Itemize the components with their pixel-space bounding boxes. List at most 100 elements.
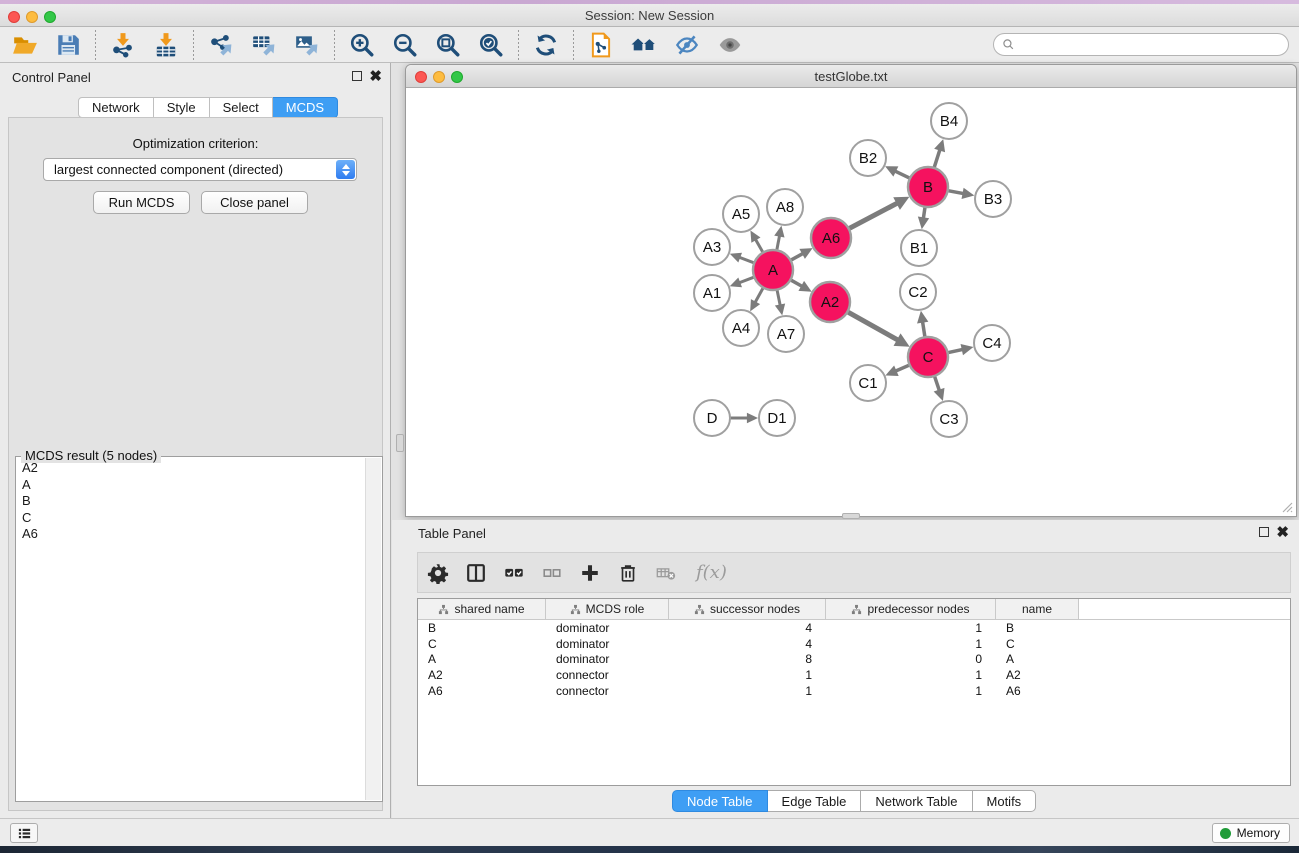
graph-node-label: D [707,410,718,427]
column-header-label: MCDS role [586,602,645,616]
table-cell: 4 [669,637,826,651]
table-toolbar: f(x) [417,552,1291,593]
table-float-panel-icon[interactable] [1259,527,1269,537]
column-header-predecessor-nodes[interactable]: predecessor nodes [826,599,996,619]
zoom-in-icon[interactable] [345,29,379,61]
refresh-layout-icon[interactable] [529,29,563,61]
tab-motifs[interactable]: Motifs [973,790,1037,812]
table-row[interactable]: A6connector11A6 [418,683,1290,699]
table-close-panel-icon[interactable]: ✖ [1276,523,1289,541]
session-title: Session: New Session [0,8,1299,23]
edge-A-A6[interactable] [790,253,803,260]
export-image-icon[interactable] [290,29,324,61]
close-panel-button[interactable]: Close panel [201,191,308,214]
tab-network-table[interactable]: Network Table [861,790,972,812]
table-cell: A2 [418,668,546,682]
table-cell: 1 [826,621,996,635]
search-input[interactable] [1019,38,1269,52]
edge-A2-C[interactable] [847,311,898,340]
column-header-MCDS-role[interactable]: MCDS role [546,599,669,619]
tab-style[interactable]: Style [154,97,210,118]
edge-A-A7[interactable] [777,289,780,306]
memory-button[interactable]: Memory [1212,823,1290,843]
table-cell: dominator [546,637,669,651]
edge-C-C3[interactable] [934,375,939,391]
column-header-shared-name[interactable]: shared name [418,599,546,619]
tab-node-table[interactable]: Node Table [672,790,768,812]
network-canvas[interactable]: AA1A2A3A4A5A6A7A8BB1B2B3B4CC1C2C3C4DD1 [406,88,1296,516]
table-row[interactable]: Cdominator41C [418,636,1290,652]
new-network-from-selection-icon[interactable] [584,29,618,61]
toolbar-separator [95,30,96,60]
edge-A-A5[interactable] [755,239,763,253]
export-network-icon[interactable] [204,29,238,61]
mcds-result-item[interactable]: B [17,493,365,510]
graph-node-label: B [923,179,933,196]
tab-mcds[interactable]: MCDS [273,97,338,118]
task-history-button[interactable] [10,823,38,843]
mcds-result-item[interactable]: A6 [17,526,365,543]
mcds-result-item[interactable]: C [17,510,365,527]
gear-icon[interactable] [424,558,452,588]
edge-A-A4[interactable] [755,287,764,303]
search-field[interactable] [993,33,1289,56]
hide-graphics-details-icon[interactable] [670,29,704,61]
zoom-fit-icon[interactable] [431,29,465,61]
table-row[interactable]: A2connector11A2 [418,667,1290,683]
add-column-icon[interactable] [576,558,604,588]
save-icon[interactable] [51,29,85,61]
run-mcds-button[interactable]: Run MCDS [93,191,190,214]
delete-column-icon[interactable] [614,558,642,588]
edge-A-A8[interactable] [777,236,780,252]
tab-edge-table[interactable]: Edge Table [768,790,862,812]
graph-node-label: D1 [767,410,786,427]
window-resize-grip[interactable] [1279,499,1293,513]
table-panel-title: Table Panel [418,526,486,541]
zoom-out-icon[interactable] [388,29,422,61]
result-scrollbar[interactable] [365,458,381,800]
edge-B-B3[interactable] [947,190,964,193]
table-row[interactable]: Adominator80A [418,651,1290,667]
float-panel-icon[interactable] [352,71,362,81]
graph-node-label: C4 [982,335,1001,352]
split-table-icon[interactable] [462,558,490,588]
show-graphics-details-icon[interactable] [713,29,747,61]
table-cell: B [996,621,1079,635]
edge-A-A1[interactable] [739,277,755,283]
table-cell: A2 [996,668,1079,682]
export-table-icon[interactable] [247,29,281,61]
select-all-icon[interactable] [500,558,528,588]
import-network-icon[interactable] [106,29,140,61]
node-table: shared name MCDS role successor nodesprede… [417,598,1291,786]
sort-hierarchy-icon [694,604,705,615]
table-row[interactable]: Bdominator41B [418,620,1290,636]
graph-node-label: C [923,349,934,366]
tab-network[interactable]: Network [78,97,154,118]
tab-select[interactable]: Select [210,97,273,118]
control-panel: Control Panel ✖ NetworkStyleSelectMCDS O… [0,63,391,818]
edge-B-B2[interactable] [895,171,911,179]
column-header-name[interactable]: name [996,599,1079,619]
edge-A-A3[interactable] [739,257,755,263]
zoom-selected-icon[interactable] [474,29,508,61]
mcds-result-item[interactable]: A [17,477,365,494]
edge-B-B4[interactable] [934,150,940,169]
column-header-successor-nodes[interactable]: successor nodes [669,599,826,619]
criterion-dropdown[interactable]: largest connected component (directed) [43,158,357,181]
close-panel-icon[interactable]: ✖ [369,67,382,85]
graph-node-label: B4 [940,113,958,130]
edge-C-C2[interactable] [923,322,926,339]
edge-C-C4[interactable] [947,349,963,353]
edge-A6-B[interactable] [848,203,898,229]
dropdown-stepper-icon [336,160,355,179]
deselect-all-icon[interactable] [538,558,566,588]
horizontal-splitter-grip[interactable] [842,513,860,519]
graph-node-label: C2 [908,284,927,301]
import-table-icon[interactable] [149,29,183,61]
vertical-splitter-grip[interactable] [396,434,404,452]
mcds-result-item[interactable]: A2 [17,460,365,477]
first-neighbors-icon[interactable] [627,29,661,61]
open-folder-icon[interactable] [8,29,42,61]
edge-C-C1[interactable] [895,365,910,372]
control-panel-header: Control Panel ✖ [0,63,390,89]
